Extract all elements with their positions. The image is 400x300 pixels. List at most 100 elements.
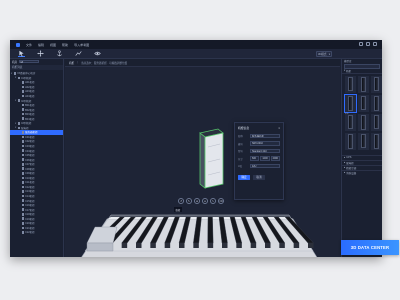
menu-item-file[interactable]: 文件	[26, 43, 32, 47]
tab-cabinet[interactable]: 机柜	[69, 61, 74, 65]
tree-item-label: C03机柜	[25, 145, 35, 149]
size-label: 尺寸	[238, 157, 243, 161]
cabinet-icon	[21, 81, 25, 84]
cabinet-model-icon	[374, 133, 379, 149]
cabinet-icon	[21, 144, 25, 148]
cabinet-block[interactable]	[293, 243, 300, 248]
tree-item-label: C15机柜	[25, 199, 35, 203]
floating-tool-button[interactable]: ⌫	[218, 198, 224, 204]
code-input[interactable]: SRV-0010	[250, 141, 280, 146]
height-input[interactable]: 2000	[270, 156, 280, 161]
model-thumbnail[interactable]	[371, 132, 382, 150]
tree-item-label: C21机柜	[25, 226, 35, 230]
depth-input[interactable]: 1200	[260, 156, 270, 161]
cabinet-block[interactable]	[86, 242, 114, 252]
model-thumbnail[interactable]	[358, 132, 369, 150]
menu-item-view[interactable]: 视图	[50, 43, 56, 47]
name-input[interactable]: 服务器机柜	[250, 133, 280, 139]
folder-icon	[17, 76, 21, 80]
cabinet-block[interactable]	[308, 243, 314, 248]
cabinet-rows[interactable]	[84, 214, 314, 252]
close-icon[interactable]: ×	[278, 126, 280, 130]
cabinet-model-icon	[361, 114, 366, 130]
menu-item-import[interactable]: 导入参考图	[74, 43, 89, 47]
cabinet-block[interactable]	[265, 243, 271, 248]
chevron-right-icon: ▸	[344, 171, 346, 174]
menu-item-help[interactable]: 帮助	[62, 43, 68, 47]
model-thumbnail[interactable]	[358, 94, 369, 112]
app-logo-icon	[16, 42, 20, 47]
u-input[interactable]: 42U	[250, 163, 280, 169]
maximize-icon[interactable]	[366, 42, 370, 46]
model-thumbnail[interactable]	[358, 113, 369, 131]
cabinet-block[interactable]	[150, 243, 156, 248]
floating-tool-button[interactable]: ⊕	[194, 198, 200, 204]
model-thumbnail[interactable]	[358, 75, 369, 93]
cabinet-model-icon	[374, 76, 379, 91]
room-selector[interactable]: 1#	[19, 59, 40, 64]
floating-tool-button[interactable]: ⊖	[202, 198, 208, 204]
measure-tool-button[interactable]	[75, 50, 82, 57]
cabinet-block[interactable]	[236, 243, 242, 248]
dialog-title: 机柜信息	[238, 126, 250, 130]
room-selector-value: 1#	[20, 60, 24, 64]
model-input[interactable]: Standard 42U	[250, 148, 280, 154]
3d-scene[interactable]	[65, 67, 340, 257]
model-category-label: 配电柜	[346, 161, 354, 165]
cabinet-block[interactable]	[222, 243, 228, 248]
close-icon[interactable]	[373, 42, 377, 46]
model-thumbnail[interactable]	[345, 75, 356, 93]
floating-tool-button[interactable]: ↻	[186, 198, 192, 204]
selected-cabinet[interactable]	[199, 128, 224, 189]
tree-item-label: C18机柜	[25, 213, 35, 217]
menu-item-edit[interactable]: 编辑	[38, 43, 44, 47]
cabinet-block[interactable]	[164, 243, 171, 248]
cancel-button[interactable]: 取消	[253, 175, 265, 180]
view-tool-button[interactable]	[94, 50, 101, 57]
code-field-row: 编号 SRV-0010	[238, 141, 280, 147]
cabinet-icon	[21, 103, 25, 107]
cabinet-icon	[21, 212, 25, 216]
cabinet-block[interactable]	[279, 243, 285, 248]
cabinet-icon	[21, 117, 25, 121]
model-thumbnail[interactable]	[371, 113, 382, 131]
minimize-icon[interactable]	[359, 42, 363, 46]
view-mode-dropdown[interactable]: 3D模式 ▾	[316, 51, 332, 57]
model-thumbnail[interactable]	[345, 113, 356, 131]
cabinet-block[interactable]	[121, 243, 128, 248]
cabinet-icon	[21, 162, 25, 166]
tree-item-label: C04机柜	[25, 149, 35, 153]
width-input[interactable]: 600	[250, 156, 260, 161]
model-thumbnail[interactable]	[345, 132, 356, 150]
code-label: 编号	[238, 142, 243, 146]
tab-separator: |	[77, 61, 78, 64]
model-library-panel: 模型库 ▾ 机柜 机柜 ▸UPS▸配电柜▸精密空调▸消防设备	[341, 59, 382, 257]
tooltip: 旋转	[174, 207, 182, 213]
cabinet-block[interactable]	[207, 216, 214, 244]
tree-item[interactable]: C22机柜	[10, 230, 63, 235]
model-thumbnail[interactable]	[371, 75, 382, 93]
model-category[interactable]: ▸ 消防设备	[342, 169, 382, 175]
model-group-label: 机柜	[345, 69, 351, 73]
model-categories: ▸ UPS ▸ 配电柜 ▸ 精密空调 ▸ 消防设备	[342, 154, 382, 175]
floating-tool-button[interactable]: ✎	[210, 198, 216, 204]
anchor-tool-button[interactable]	[56, 50, 63, 57]
confirm-button[interactable]: 确定	[238, 175, 250, 180]
chevron-down-icon: ▾	[328, 52, 330, 56]
model-thumbnail[interactable]: 机柜	[344, 93, 357, 115]
cabinet-icon	[21, 135, 25, 139]
cabinet-block[interactable]	[250, 243, 257, 248]
model-thumbnail[interactable]	[371, 94, 382, 112]
cabinet-model-icon	[348, 95, 353, 111]
product-badge: 3D DATA CENTER	[341, 240, 399, 255]
floating-tool-button[interactable]: ↺	[178, 198, 184, 204]
folder-icon	[17, 121, 21, 125]
cabinet-block[interactable]	[207, 243, 214, 248]
cabinet-icon	[21, 131, 25, 134]
cabinet-block[interactable]	[179, 243, 185, 248]
cabinet-block[interactable]	[136, 243, 142, 248]
cabinet-block[interactable]	[193, 243, 199, 248]
move-tool-button[interactable]	[37, 50, 44, 57]
pointer-tool-button[interactable]	[18, 50, 25, 57]
toolbar: 3D模式 ▾	[10, 49, 382, 59]
